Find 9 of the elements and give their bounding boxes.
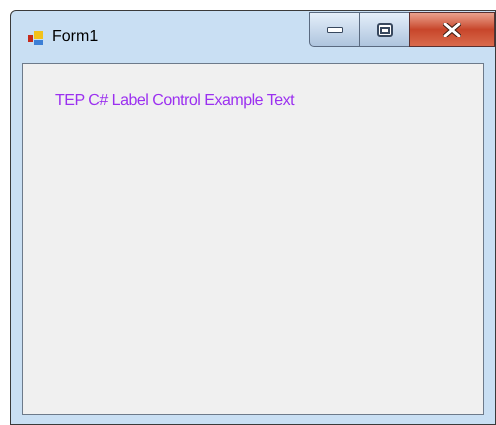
maximize-button[interactable]: [360, 12, 409, 47]
close-button[interactable]: [409, 12, 495, 47]
close-icon: [443, 22, 461, 36]
minimize-button[interactable]: [309, 12, 360, 47]
minimize-icon: [326, 26, 342, 32]
restore-icon: [376, 22, 392, 36]
window-title: Form1: [52, 27, 98, 47]
app-icon: [27, 28, 44, 46]
label-text: TEP C# Label Control Example Text: [55, 92, 294, 109]
